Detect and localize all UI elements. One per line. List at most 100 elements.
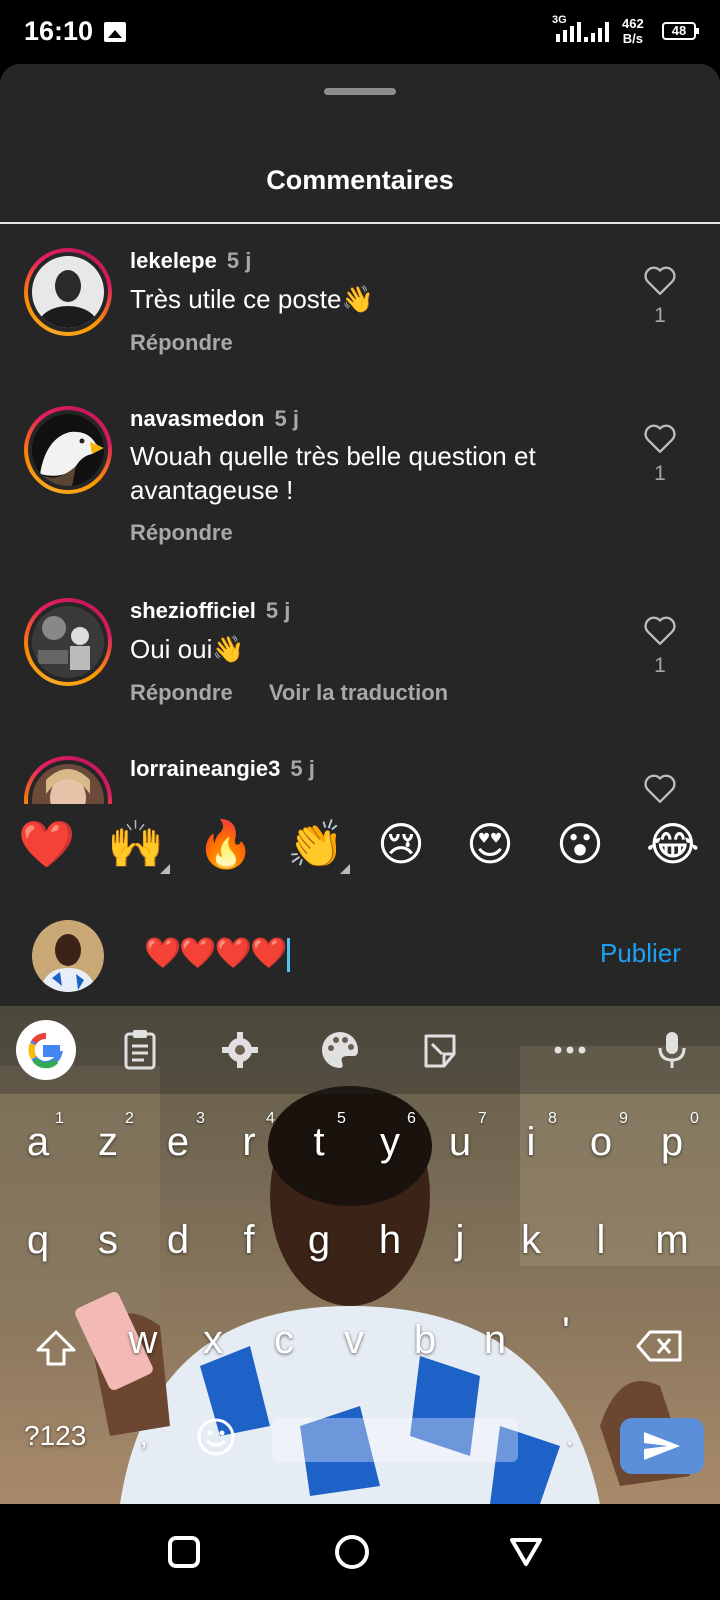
comment-username[interactable]: lorraineangie3 5 j [130, 756, 315, 782]
image-notification-icon [104, 22, 126, 42]
key-q[interactable]: q [3, 1218, 73, 1263]
more-options-icon[interactable] [550, 1028, 590, 1072]
google-icon[interactable] [16, 1020, 76, 1080]
like-count: 1 [654, 462, 666, 485]
network-speed-unit: B/s [622, 31, 643, 46]
avatar-image [32, 764, 104, 804]
username-text[interactable]: sheziofficiel [130, 598, 256, 623]
comment-username[interactable]: navasmedon 5 j [130, 406, 299, 432]
emoji-surprised-button[interactable]: 😮 [556, 814, 604, 874]
username-text[interactable]: lekelepe [130, 248, 217, 273]
avatar-image [32, 256, 104, 328]
heart-icon[interactable] [642, 772, 678, 804]
avatar[interactable] [24, 406, 112, 494]
send-key[interactable] [620, 1418, 704, 1474]
heart-icon[interactable] [642, 614, 678, 646]
key-x[interactable]: x [178, 1318, 248, 1363]
avatar[interactable] [24, 756, 112, 804]
comment-time: 5 j [226, 248, 252, 273]
comment-list[interactable]: lekelepe 5 j Très utile ce poste👋 Répondr… [0, 224, 720, 804]
comment-compose-bar: ❤️❤️❤️❤️ Publier [0, 890, 720, 1006]
comment-input[interactable]: ❤️❤️❤️❤️ [144, 936, 291, 973]
settings-gear-icon[interactable] [220, 1028, 260, 1072]
clipboard-icon[interactable] [120, 1028, 160, 1072]
skin-tone-indicator [340, 864, 350, 874]
see-translation-button[interactable]: Voir la traduction [269, 680, 448, 705]
key-h[interactable]: h [355, 1218, 425, 1263]
back-icon[interactable] [508, 1534, 544, 1570]
emoji-heart-eyes-button[interactable]: 😍 [466, 814, 514, 874]
my-avatar [32, 920, 104, 992]
comment-input-value[interactable]: ❤️❤️❤️❤️ [144, 937, 287, 970]
key-hint-1: 1 [55, 1110, 64, 1127]
username-text[interactable]: lorraineangie3 [130, 756, 280, 781]
shift-icon[interactable] [34, 1328, 78, 1368]
key-apostrophe[interactable]: ' [531, 1310, 601, 1355]
key-d[interactable]: d [143, 1218, 213, 1263]
key-k[interactable]: k [496, 1218, 566, 1263]
emoji-smiley-icon[interactable] [195, 1416, 237, 1458]
reply-button[interactable]: Répondre [130, 520, 233, 545]
like-count: 1 [654, 654, 666, 677]
key-f[interactable]: f [214, 1218, 284, 1263]
backspace-icon[interactable] [636, 1328, 684, 1364]
comment-username[interactable]: sheziofficiel 5 j [130, 598, 290, 624]
avatar-image [32, 414, 104, 486]
key-hint-3: 3 [196, 1110, 205, 1127]
spacebar[interactable] [272, 1418, 518, 1462]
username-text[interactable]: navasmedon [130, 406, 265, 431]
key-v[interactable]: v [319, 1318, 389, 1363]
key-c[interactable]: c [249, 1318, 319, 1363]
comment-text: Très utile ce poste👋 [130, 284, 374, 314]
avatar-image [32, 606, 104, 678]
status-bar: 16:10 3G 462 B/s 48 [0, 0, 720, 64]
network-speed: 462 B/s [622, 16, 644, 46]
comment-time: 5 j [290, 756, 315, 781]
keyboard: a 1 z 2 e 3 r 4 t 5 y 6 u 7 i 8 o 9 p 0 … [0, 1006, 720, 1504]
key-j[interactable]: j [425, 1218, 495, 1263]
emoji-raised-hands-button[interactable]: 🙌 [107, 814, 164, 874]
text-caret [287, 938, 291, 973]
heart-icon[interactable] [642, 264, 678, 296]
emoji-reaction-bar: ❤️ 🙌 🔥 👏 😢 😍 😮 😂 [0, 806, 720, 890]
emoji-crying-button[interactable]: 😢 [377, 814, 425, 874]
emoji-laughing-button[interactable]: 😂 [646, 814, 700, 874]
comment-actions: Répondre Voir la traduction [130, 680, 478, 706]
key-g[interactable]: g [284, 1218, 354, 1263]
avatar[interactable] [24, 598, 112, 686]
status-time: 16:10 [24, 16, 94, 46]
home-icon[interactable] [334, 1534, 370, 1570]
system-navigation-bar [0, 1504, 720, 1600]
keyboard-toolbar [0, 1006, 720, 1094]
key-s[interactable]: s [73, 1218, 143, 1263]
key-hint-7: 7 [478, 1110, 487, 1127]
microphone-icon[interactable] [652, 1028, 692, 1072]
comment-actions: Répondre [130, 330, 263, 356]
key-hint-4: 4 [266, 1110, 275, 1127]
drag-handle[interactable] [324, 88, 396, 95]
signal-strength-icon [556, 22, 581, 42]
emoji-heart-button[interactable]: ❤️ [18, 814, 75, 874]
network-speed-value: 462 [622, 16, 644, 31]
publish-button[interactable]: Publier [600, 938, 681, 969]
battery-icon: 48 [662, 22, 699, 40]
avatar[interactable] [24, 248, 112, 336]
symbols-key[interactable]: ?123 [24, 1420, 86, 1452]
key-b[interactable]: b [390, 1318, 460, 1363]
emoji-clap-button[interactable]: 👏 [287, 814, 344, 874]
key-l[interactable]: l [566, 1218, 636, 1263]
reply-button[interactable]: Répondre [130, 680, 233, 705]
comment-username[interactable]: lekelepe 5 j [130, 248, 251, 274]
heart-icon[interactable] [642, 422, 678, 454]
key-n[interactable]: n [460, 1318, 530, 1363]
like-count: 1 [654, 304, 666, 327]
recent-apps-icon[interactable] [166, 1534, 202, 1570]
comma-key[interactable]: , [140, 1420, 148, 1452]
reply-button[interactable]: Répondre [130, 330, 233, 355]
key-w[interactable]: w [108, 1318, 178, 1363]
sticker-icon[interactable] [420, 1028, 460, 1072]
palette-icon[interactable] [320, 1028, 360, 1072]
emoji-fire-button[interactable]: 🔥 [197, 814, 254, 874]
key-m[interactable]: m [637, 1218, 707, 1263]
period-key[interactable]: . [566, 1420, 574, 1452]
